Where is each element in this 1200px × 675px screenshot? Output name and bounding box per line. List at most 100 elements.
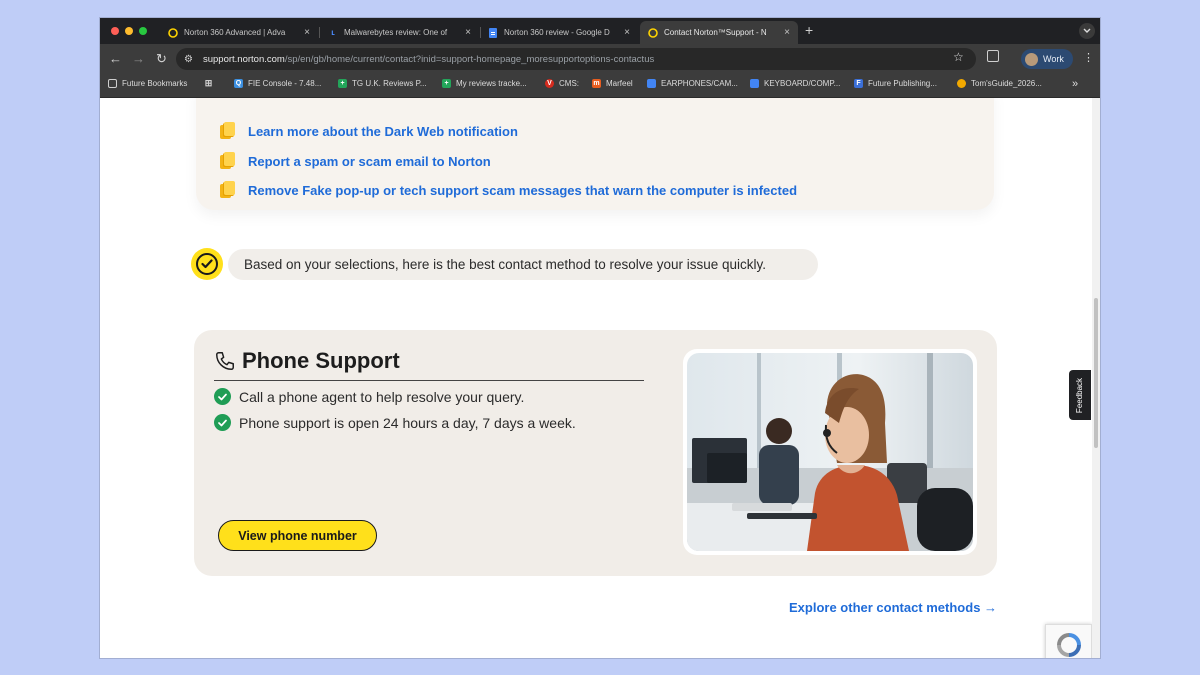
bookmark-future-bookmarks[interactable]: Future Bookmarks — [108, 79, 187, 88]
bookmark-apps[interactable]: ⊞ — [204, 78, 218, 88]
folder-icon — [108, 79, 117, 88]
bookmark-label: My reviews tracke... — [456, 79, 527, 88]
recaptcha-badge[interactable] — [1045, 624, 1092, 658]
malwarebytes-icon: ʟ — [331, 28, 335, 37]
url-path: /sp/en/gb/home/current/contact?inid=supp… — [284, 53, 655, 65]
bookmark-label: EARPHONES/CAM... — [661, 79, 738, 88]
site-info-icon[interactable]: ⚙ — [184, 54, 193, 65]
bookmark-fie-console[interactable]: Q FIE Console - 7.48... — [234, 79, 321, 88]
feature-text: Call a phone agent to help resolve your … — [239, 388, 525, 405]
address-bar[interactable]: ⚙ support.norton.com/sp/en/gb/home/curre… — [176, 48, 976, 70]
bookmark-toms-guide[interactable]: Tom'sGuide_2026... — [957, 79, 1042, 88]
back-icon[interactable]: ← — [109, 51, 122, 67]
tab-title: Contact Norton™Support - N — [664, 28, 767, 37]
bookmark-marfeel[interactable]: m Marfeel — [592, 79, 633, 88]
tab-title: Norton 360 Advanced | Adva — [184, 28, 286, 37]
close-tab-icon[interactable]: × — [624, 27, 630, 38]
bookmarks-bar: Future Bookmarks ⊞ Q FIE Console - 7.48.… — [100, 74, 1100, 98]
help-link-text[interactable]: Remove Fake pop-up or tech support scam … — [248, 183, 797, 198]
profile-button[interactable]: Work — [1021, 49, 1073, 69]
help-link-fake-popup[interactable]: Remove Fake pop-up or tech support scam … — [220, 181, 797, 199]
help-link-report-spam[interactable]: Report a spam or scam email to Norton — [220, 152, 491, 170]
tab-malwarebytes[interactable]: ʟ Malwarebytes review: One of × — [320, 21, 479, 44]
google-docs-icon — [488, 27, 498, 38]
phone-icon — [216, 352, 234, 370]
bookmark-cms[interactable]: V CMS: — [545, 79, 579, 88]
feature-item: Call a phone agent to help resolve your … — [214, 388, 524, 405]
document-icon — [220, 181, 236, 199]
bookmark-earphones[interactable]: EARPHONES/CAM... — [647, 79, 738, 88]
extensions-icon[interactable] — [987, 50, 999, 62]
document-icon — [220, 122, 236, 140]
future-icon: F — [854, 79, 863, 88]
green-check-icon — [214, 414, 231, 431]
close-tab-icon[interactable]: × — [465, 27, 471, 38]
forward-icon[interactable]: → — [132, 51, 145, 67]
sheets-icon: + — [338, 79, 347, 88]
sheets-icon: + — [442, 79, 451, 88]
feature-item: Phone support is open 24 hours a day, 7 … — [214, 414, 576, 431]
green-check-icon — [214, 388, 231, 405]
close-tab-icon[interactable]: × — [304, 27, 310, 38]
tab-search-button[interactable] — [1079, 23, 1095, 39]
support-agent-photo — [687, 353, 973, 551]
url-text[interactable]: support.norton.com/sp/en/gb/home/current… — [203, 54, 654, 65]
tomsguide-icon — [957, 79, 966, 88]
tab-norton-advanced[interactable]: Norton 360 Advanced | Adva × — [160, 21, 318, 44]
norton-icon — [648, 27, 658, 38]
bookmark-future-publishing[interactable]: F Future Publishing... — [854, 79, 937, 88]
help-link-dark-web[interactable]: Learn more about the Dark Web notificati… — [220, 122, 518, 140]
phone-support-header: Phone Support — [214, 348, 400, 374]
feature-text: Phone support is open 24 hours a day, 7 … — [239, 414, 576, 431]
close-tab-icon[interactable]: × — [784, 27, 790, 38]
document-icon — [220, 152, 236, 170]
bookmark-label: CMS: — [559, 79, 579, 88]
window-close-button[interactable] — [111, 27, 119, 35]
explore-contact-methods-link[interactable]: Explore other contact methods → — [789, 600, 997, 615]
docs-icon — [647, 79, 656, 88]
bookmark-my-reviews-tracker[interactable]: + My reviews tracke... — [442, 79, 527, 88]
bookmark-star-icon[interactable]: ☆ — [953, 50, 964, 64]
fie-icon: Q — [234, 79, 243, 88]
tab-contact-norton[interactable]: Contact Norton™Support - N × — [640, 21, 798, 44]
help-link-text[interactable]: Report a spam or scam email to Norton — [248, 154, 491, 169]
page-content: Learn more about the Dark Web notificati… — [100, 98, 1092, 658]
window-minimize-button[interactable] — [125, 27, 133, 35]
new-tab-button[interactable]: + — [805, 22, 813, 38]
scrollbar-thumb[interactable] — [1094, 298, 1098, 448]
bookmark-label: Future Publishing... — [868, 79, 937, 88]
window-maximize-button[interactable] — [139, 27, 147, 35]
browser-toolbar: ← → ↻ ⚙ support.norton.com/sp/en/gb/home… — [100, 44, 1100, 74]
more-menu-icon[interactable]: ⋮ — [1083, 51, 1094, 64]
reload-icon[interactable]: ↻ — [156, 51, 167, 67]
bookmark-keyboard[interactable]: KEYBOARD/COMP... — [750, 79, 840, 88]
marfeel-icon: m — [592, 79, 601, 88]
chevron-down-icon — [1083, 28, 1091, 33]
recommendation-message: Based on your selections, here is the be… — [228, 249, 818, 280]
bookmark-label: FIE Console - 7.48... — [248, 79, 322, 88]
bookmark-label: TG U.K. Reviews P... — [352, 79, 427, 88]
bookmark-label: Marfeel — [606, 79, 633, 88]
vanilla-icon: V — [545, 79, 554, 88]
browser-window: Norton 360 Advanced | Adva × ʟ Malwareby… — [100, 18, 1100, 658]
support-agent-photo-frame — [683, 349, 977, 555]
view-phone-number-button[interactable]: View phone number — [218, 520, 377, 551]
avatar — [1025, 52, 1038, 66]
tab-google-doc[interactable]: Norton 360 review - Google D × — [480, 21, 638, 44]
tab-title: Malwarebytes review: One of — [344, 28, 448, 37]
bookmark-label: Future Bookmarks — [122, 79, 188, 88]
phone-support-card: Phone Support Call a phone agent to help… — [194, 330, 997, 576]
recaptcha-icon — [1056, 633, 1081, 657]
bookmark-label: KEYBOARD/COMP... — [764, 79, 841, 88]
feedback-label: Feedback — [1075, 377, 1085, 413]
norton-icon — [168, 27, 178, 38]
bookmarks-overflow-icon[interactable]: » — [1072, 78, 1078, 90]
apps-grid-icon: ⊞ — [204, 78, 213, 88]
help-link-text[interactable]: Learn more about the Dark Web notificati… — [248, 124, 518, 139]
bookmark-label: Tom'sGuide_2026... — [971, 79, 1042, 88]
tab-strip: Norton 360 Advanced | Adva × ʟ Malwareby… — [100, 18, 1100, 44]
tab-title: Norton 360 review - Google D — [504, 28, 610, 37]
feedback-tab[interactable]: Feedback — [1069, 370, 1091, 420]
docs-icon — [750, 79, 759, 88]
bookmark-tg-uk-reviews[interactable]: + TG U.K. Reviews P... — [338, 79, 427, 88]
